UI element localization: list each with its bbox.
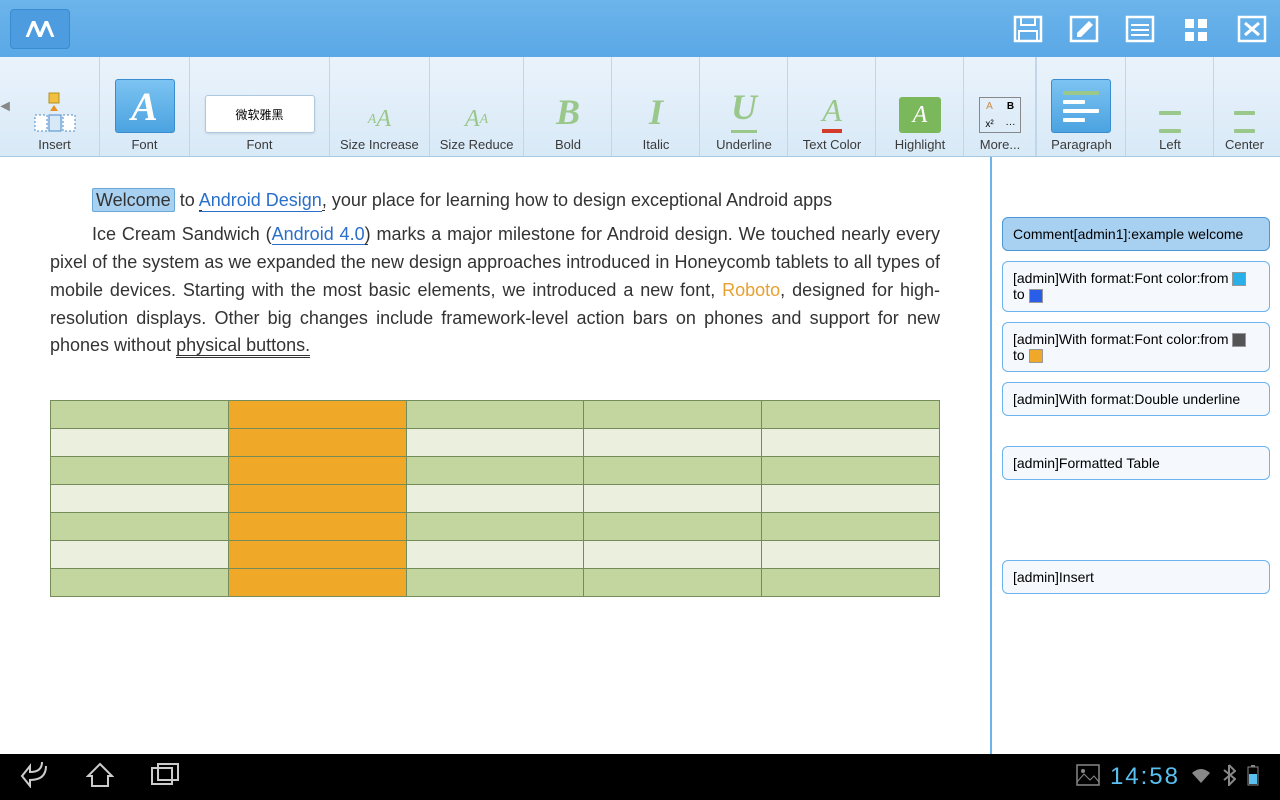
size-reduce-icon: AA (465, 106, 488, 133)
tab-label: More... (980, 137, 1020, 152)
wifi-icon (1190, 765, 1212, 790)
tab-label: Underline (716, 137, 772, 152)
document-table[interactable] (50, 400, 940, 597)
btn-more[interactable]: ABx²··· More... (964, 57, 1036, 156)
highlight-icon: A (899, 97, 941, 133)
btn-highlight[interactable]: A Highlight (876, 57, 964, 156)
text-underlined: ) marks a major milestone for Android de… (365, 224, 733, 245)
save-icon[interactable] (1010, 13, 1046, 45)
comment-item[interactable]: [admin]Insert (1002, 560, 1270, 594)
comment-text: Comment[admin1]:example welcome (1013, 226, 1243, 242)
tab-label: Center (1225, 137, 1264, 152)
color-swatch (1232, 333, 1246, 347)
comment-item[interactable]: [admin]Formatted Table (1002, 446, 1270, 480)
size-increase-icon: AA (368, 106, 391, 133)
btn-text-color[interactable]: A Text Color (788, 57, 876, 156)
link-android-design[interactable]: Android Design (199, 190, 322, 212)
comment-text: [admin]Formatted Table (1013, 455, 1160, 471)
battery-icon (1246, 764, 1260, 791)
tab-label: Size Reduce (440, 137, 514, 152)
btn-bold[interactable]: B Bold (524, 57, 612, 156)
comment-text: [admin]Insert (1013, 569, 1094, 585)
btn-align-left[interactable]: Left (1126, 57, 1214, 156)
ribbon-scroll-left[interactable]: ◄ (0, 57, 10, 156)
align-left-icon (1152, 102, 1188, 133)
underline-icon: U (731, 86, 757, 133)
comment-text: [admin]With format:Font color:from (1013, 331, 1232, 347)
comments-panel: Comment[admin1]:example welcome [admin]W… (990, 157, 1280, 754)
tab-label: Paragraph (1051, 137, 1112, 152)
comment-item[interactable]: [admin]With format:Double underline (1002, 382, 1270, 416)
font-icon: A (115, 79, 175, 133)
more-icon: ABx²··· (979, 97, 1021, 133)
comment-text: [admin]With format:Font color:from (1013, 270, 1232, 286)
workspace: Welcome to Android Design, your place fo… (0, 157, 1280, 754)
comment-text: to (1013, 347, 1029, 363)
text: to (175, 190, 199, 210)
btn-italic[interactable]: I Italic (612, 57, 700, 156)
roboto-word: Roboto (722, 280, 780, 300)
font-selector-group: 微软雅黑 Font (190, 57, 330, 156)
color-swatch (1029, 349, 1043, 363)
document[interactable]: Welcome to Android Design, your place fo… (0, 157, 990, 754)
comment-item[interactable]: [admin]With format:Font color:from to (1002, 322, 1270, 373)
grid-icon[interactable] (1178, 13, 1214, 45)
comment-item[interactable]: Comment[admin1]:example welcome (1002, 217, 1270, 251)
color-swatch (1029, 289, 1043, 303)
app-logo[interactable] (10, 9, 70, 49)
font-name: 微软雅黑 (235, 106, 283, 123)
btn-underline[interactable]: U Underline (700, 57, 788, 156)
bluetooth-icon (1222, 764, 1236, 791)
btn-size-reduce[interactable]: AA Size Reduce (430, 57, 525, 156)
recent-apps-icon[interactable] (150, 762, 180, 793)
btn-align-center[interactable]: Center (1214, 57, 1274, 156)
back-icon[interactable] (20, 762, 50, 793)
text: Ice Cream Sandwich ( (92, 224, 272, 244)
comment-item[interactable]: [admin]With format:Font color:from to (1002, 261, 1270, 312)
tab-label: Font (246, 137, 272, 152)
text-double-underline: physical buttons. (176, 335, 310, 358)
tab-label: Text Color (803, 137, 862, 152)
link-android-40[interactable]: Android 4.0 (272, 224, 365, 245)
tab-label: Italic (643, 137, 670, 152)
tab-label: Font (131, 137, 157, 152)
tab-label: Size Increase (340, 137, 419, 152)
tab-label: Left (1159, 137, 1181, 152)
insert-icon (33, 91, 77, 133)
home-icon[interactable] (86, 762, 114, 793)
gallery-icon[interactable] (1076, 764, 1100, 791)
align-center-icon (1226, 102, 1262, 133)
tab-label: Highlight (895, 137, 946, 152)
text-underlined: , your place for learning how to design … (322, 190, 832, 211)
clock[interactable]: 14:58 (1110, 763, 1180, 791)
tab-insert[interactable]: Insert (10, 57, 100, 156)
font-dropdown[interactable]: 微软雅黑 (205, 95, 315, 133)
tab-font[interactable]: A Font (100, 57, 190, 156)
color-swatch (1232, 272, 1246, 286)
text-color-icon: A (822, 92, 842, 133)
tab-label: Bold (555, 137, 581, 152)
bold-icon: B (556, 91, 580, 133)
welcome-highlight[interactable]: Welcome (92, 188, 175, 212)
paragraph-1: Welcome to Android Design, your place fo… (50, 187, 940, 215)
tab-label: Insert (38, 137, 71, 152)
paragraph-icon (1051, 79, 1111, 133)
edit-icon[interactable] (1066, 13, 1102, 45)
btn-size-increase[interactable]: AA Size Increase (330, 57, 430, 156)
italic-icon: I (649, 91, 663, 133)
ribbon: ◄ Insert A Font 微软雅黑 Font AA Size Increa… (0, 57, 1280, 157)
comment-text: to (1013, 286, 1029, 302)
close-icon[interactable] (1234, 13, 1270, 45)
comment-text: [admin]With format:Double underline (1013, 391, 1240, 407)
list-icon[interactable] (1122, 13, 1158, 45)
tab-paragraph[interactable]: Paragraph (1036, 57, 1126, 156)
paragraph-2: Ice Cream Sandwich (Android 4.0) marks a… (50, 221, 940, 360)
android-navbar: 14:58 (0, 754, 1280, 800)
titlebar (0, 0, 1280, 57)
